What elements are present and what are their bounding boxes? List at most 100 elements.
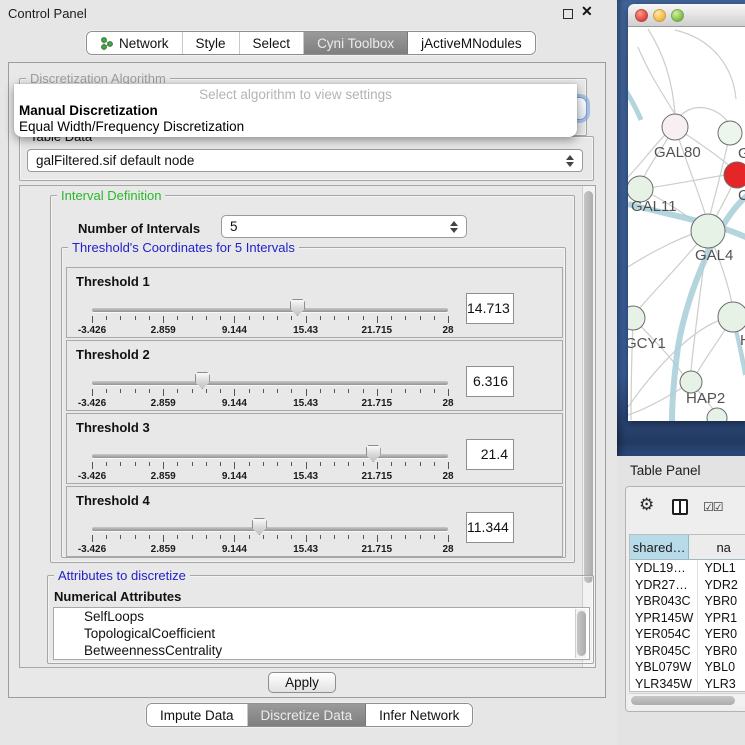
threshold-panel: Threshold 2 -3.4262.8599.14415.4321.7152… — [66, 340, 563, 411]
tab-cyni-toolbox[interactable]: Cyni Toolbox — [304, 32, 408, 54]
spinner-arrows-icon — [450, 221, 458, 233]
network-window-titlebar — [628, 4, 745, 27]
tab-label: Cyni Toolbox — [317, 36, 394, 51]
scrollbar-thumb[interactable] — [584, 191, 593, 583]
slider-thumb[interactable] — [366, 445, 381, 462]
table-row[interactable]: YER054CYER0 — [630, 626, 745, 643]
table-row[interactable]: YBR045CYBR0 — [630, 643, 745, 660]
table-cell: YBL0 — [698, 659, 745, 676]
table-data-group: Table Data galFiltered.sif default node — [19, 136, 594, 181]
close-icon[interactable]: ✕ — [581, 3, 593, 20]
table-cell: YDR2 — [698, 577, 745, 594]
numerical-attributes-list[interactable]: SelfLoopsTopologicalCoefficientBetweenne… — [53, 607, 590, 660]
tab-network[interactable]: Network — [87, 32, 183, 54]
node-attribute-table[interactable]: shared… na YDL19…YDL1YDR27…YDR2YBR043CYB… — [629, 534, 745, 692]
tab-select[interactable]: Select — [240, 32, 305, 54]
network-tab-icon — [100, 36, 113, 51]
table-header-row: shared… na — [630, 535, 745, 560]
slider-ticks — [92, 316, 448, 324]
split-columns-icon[interactable] — [672, 499, 688, 515]
slider-thumb[interactable] — [195, 372, 210, 389]
slider-track[interactable] — [92, 381, 448, 385]
network-node-c[interactable] — [724, 162, 745, 188]
threshold-value-field[interactable]: 14.713 — [466, 293, 514, 324]
dropdown-option-manual-discretization[interactable]: Manual Discretization — [19, 103, 158, 118]
table-cell: YPR145W — [630, 610, 698, 627]
dropdown-option-equal-width-frequency-discretization[interactable]: Equal Width/Frequency Discretization — [19, 119, 244, 134]
slider-thumb[interactable] — [252, 518, 267, 535]
table-cell: YLR3 — [698, 676, 745, 693]
network-view-window[interactable]: GAL80GACGAL11GAL4GCY1HHAP2 — [628, 4, 745, 421]
control-panel: Control Panel ✕ NetworkStyleSelectCyni T… — [0, 0, 617, 745]
table-row[interactable]: YLR345WYLR3 — [630, 676, 745, 693]
scrollbar-thumb[interactable] — [577, 611, 586, 656]
table-row[interactable]: YBL079WYBL0 — [630, 659, 745, 676]
table-cell: YBR0 — [698, 593, 745, 610]
threshold-value-field[interactable]: 21.4 — [466, 439, 514, 470]
right-column: GAL80GACGAL11GAL4GCY1HHAP2 Table Panel ⚙… — [617, 0, 745, 745]
tab-style[interactable]: Style — [183, 32, 240, 54]
select-columns-icon[interactable]: ☑☑ — [703, 500, 723, 514]
table-row[interactable]: YDR27…YDR2 — [630, 577, 745, 594]
slider-tick-labels: -3.4262.8599.14415.4321.71528 — [92, 325, 448, 336]
attribute-item-selfloops[interactable]: SelfLoops — [54, 608, 589, 625]
column-header-name[interactable]: na — [689, 535, 745, 559]
attribute-item-topologicalcoefficient[interactable]: TopologicalCoefficient — [54, 625, 589, 642]
number-of-intervals-label: Number of Intervals — [78, 221, 200, 236]
column-header-shared-name[interactable]: shared… — [630, 535, 689, 559]
threshold-value-field[interactable]: 6.316 — [466, 366, 514, 397]
minimize-traffic-light-icon[interactable] — [653, 9, 666, 22]
slider-track[interactable] — [92, 308, 448, 312]
network-graph: GAL80GACGAL11GAL4GCY1HHAP2 — [628, 27, 745, 421]
network-node-ga[interactable] — [718, 121, 742, 145]
table-row[interactable]: YPR145WYPR1 — [630, 610, 745, 627]
tab-infer-network[interactable]: Infer Network — [366, 704, 472, 726]
table-cell: YPR1 — [698, 610, 745, 627]
float-window-icon[interactable] — [563, 9, 573, 19]
network-node-gal4[interactable] — [691, 214, 725, 248]
threshold-panel: Threshold 3 -3.4262.8599.14415.4321.7152… — [66, 413, 563, 484]
threshold-label: Threshold 1 — [76, 274, 150, 289]
attribute-item-betweennesscentrality[interactable]: BetweennessCentrality — [54, 642, 589, 659]
combo-arrows-icon — [566, 155, 574, 167]
network-canvas[interactable]: GAL80GACGAL11GAL4GCY1HHAP2 — [628, 27, 745, 421]
tab-discretize-data[interactable]: Discretize Data — [248, 704, 367, 726]
list-vertical-scrollbar[interactable] — [575, 609, 586, 658]
slider-thumb[interactable] — [290, 299, 305, 316]
slider-track[interactable] — [92, 527, 448, 531]
thresholds-group: Threshold's Coordinates for 5 Intervals … — [61, 247, 566, 558]
slider-ticks — [92, 535, 448, 543]
tab-impute-data[interactable]: Impute Data — [147, 704, 248, 726]
settings-scroll-panel: Interval Definition Number of Intervals … — [19, 185, 596, 668]
network-node[interactable] — [707, 408, 727, 421]
table-cell: YDL19… — [630, 560, 698, 577]
number-of-intervals-spinner[interactable]: 5 — [221, 215, 467, 238]
network-node-h[interactable] — [718, 302, 745, 332]
slider-track[interactable] — [92, 454, 448, 458]
scrollbar-thumb[interactable] — [631, 696, 735, 705]
threshold-label: Threshold 3 — [76, 420, 150, 435]
group-title: Threshold's Coordinates for 5 Intervals — [68, 240, 299, 255]
interval-definition-group: Interval Definition Number of Intervals … — [50, 195, 575, 563]
slider-ticks — [92, 389, 448, 397]
table-horizontal-scrollbar[interactable] — [629, 693, 745, 706]
table-cell: YDR27… — [630, 577, 698, 594]
cyni-toolbox-content: Discretization Algorithm Table Data galF… — [8, 62, 606, 698]
table-cell: YBR045C — [630, 643, 698, 660]
network-node-gcy1[interactable] — [628, 306, 645, 330]
close-traffic-light-icon[interactable] — [635, 9, 648, 22]
table-cell: YDL1 — [698, 560, 745, 577]
attributes-group: Attributes to discretize Numerical Attri… — [47, 575, 594, 664]
zoom-traffic-light-icon[interactable] — [671, 9, 684, 22]
tab-jactivemnodules[interactable]: jActiveMNodules — [408, 32, 535, 54]
apply-button[interactable]: Apply — [268, 672, 336, 693]
table-row[interactable]: YDL19…YDL1 — [630, 560, 745, 577]
tab-label: Discretize Data — [261, 708, 353, 723]
table-data-combobox[interactable]: galFiltered.sif default node — [27, 149, 583, 172]
table-settings-gear-icon[interactable]: ⚙ — [639, 495, 654, 515]
threshold-value-field[interactable]: 11.344 — [466, 512, 514, 543]
node-label-gal4: GAL4 — [695, 247, 733, 264]
table-row[interactable]: YBR043CYBR0 — [630, 593, 745, 610]
node-label-gal80: GAL80 — [654, 144, 701, 161]
network-node-gal80[interactable] — [662, 114, 688, 140]
